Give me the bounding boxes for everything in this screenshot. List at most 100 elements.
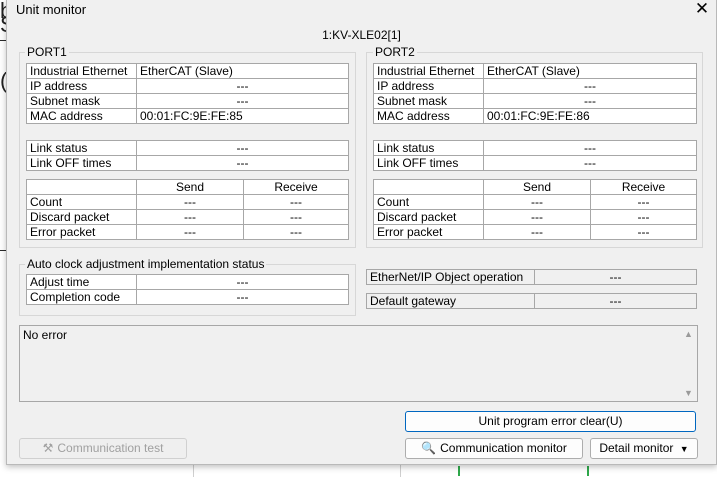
table-row: EtherNet/IP Object operation --- bbox=[366, 269, 697, 285]
send-value: --- bbox=[136, 224, 244, 240]
field-label: Discard packet bbox=[373, 209, 484, 225]
caret-down-icon: ▼ bbox=[679, 444, 689, 454]
send-value: --- bbox=[136, 194, 244, 210]
field-value: EtherCAT (Slave) bbox=[136, 63, 349, 79]
table-row: Count --- --- bbox=[26, 194, 349, 210]
background-app-gridline bbox=[400, 465, 401, 477]
table-row: Industrial Ethernet EtherCAT (Slave) bbox=[26, 63, 349, 79]
send-value: --- bbox=[483, 224, 591, 240]
port2-link-table: Link status --- Link OFF times --- bbox=[373, 140, 697, 171]
communication-monitor-button[interactable]: 🔍 Communication monitor bbox=[405, 438, 583, 459]
table-row: IP address --- bbox=[373, 78, 697, 94]
port1-info-table: Industrial Ethernet EtherCAT (Slave) IP a… bbox=[26, 63, 349, 124]
field-label: Count bbox=[26, 194, 137, 210]
table-row: Industrial Ethernet EtherCAT (Slave) bbox=[373, 63, 697, 79]
receive-value: --- bbox=[243, 209, 349, 225]
communication-test-button[interactable]: ⚒ Communication test bbox=[19, 438, 187, 459]
table-row: MAC address 00:01:FC:9E:FE:86 bbox=[373, 108, 697, 124]
port2-label: PORT2 bbox=[373, 45, 417, 59]
background-app-marker bbox=[458, 466, 460, 476]
ethernet-ip-table: EtherNet/IP Object operation --- bbox=[366, 269, 697, 285]
table-header-row: Send Receive bbox=[26, 179, 349, 195]
button-label: Detail monitor bbox=[599, 441, 674, 455]
table-row: Discard packet --- --- bbox=[373, 209, 697, 225]
field-label: MAC address bbox=[373, 108, 484, 124]
send-value: --- bbox=[136, 209, 244, 225]
receive-value: --- bbox=[590, 194, 697, 210]
detail-monitor-button[interactable]: Detail monitor ▼ bbox=[590, 438, 698, 459]
scroll-down-icon[interactable]: ▼ bbox=[684, 388, 693, 398]
table-header-row: Send Receive bbox=[373, 179, 697, 195]
field-label: Error packet bbox=[26, 224, 137, 240]
test-tool-icon: ⚒ bbox=[42, 441, 54, 455]
column-header-send: Send bbox=[483, 179, 591, 195]
port2-info-table: Industrial Ethernet EtherCAT (Slave) IP a… bbox=[373, 63, 697, 124]
error-message-box[interactable]: No error ▲ ▼ bbox=[19, 325, 698, 402]
field-label: Count bbox=[373, 194, 484, 210]
table-row: Default gateway --- bbox=[366, 293, 697, 309]
field-value: 00:01:FC:9E:FE:85 bbox=[136, 108, 349, 124]
table-row: Link OFF times --- bbox=[26, 155, 349, 171]
field-value: --- bbox=[136, 155, 349, 171]
send-value: --- bbox=[483, 194, 591, 210]
field-value: --- bbox=[534, 293, 697, 309]
table-row: IP address --- bbox=[26, 78, 349, 94]
field-value: --- bbox=[136, 140, 349, 156]
background-app-gridline bbox=[193, 465, 194, 477]
column-header-receive: Receive bbox=[590, 179, 697, 195]
button-label: Communication monitor bbox=[440, 441, 567, 455]
table-row: Link status --- bbox=[373, 140, 697, 156]
table-row: Link OFF times --- bbox=[373, 155, 697, 171]
port1-label: PORT1 bbox=[25, 45, 69, 59]
default-gateway-table: Default gateway --- bbox=[366, 293, 697, 309]
field-label: Subnet mask bbox=[26, 93, 137, 109]
field-label: Error packet bbox=[373, 224, 484, 240]
field-label: Completion code bbox=[26, 289, 137, 305]
header-blank bbox=[373, 179, 484, 195]
port1-link-table: Link status --- Link OFF times --- bbox=[26, 140, 349, 171]
unit-program-error-clear-button[interactable]: Unit program error clear(U) bbox=[405, 411, 696, 432]
field-value: --- bbox=[136, 274, 349, 290]
field-label: Adjust time bbox=[26, 274, 137, 290]
table-row: MAC address 00:01:FC:9E:FE:85 bbox=[26, 108, 349, 124]
unit-name: 1:KV-XLE02[1] bbox=[322, 28, 401, 42]
field-value: --- bbox=[136, 78, 349, 94]
field-label: Discard packet bbox=[26, 209, 137, 225]
field-value: --- bbox=[136, 93, 349, 109]
button-label: Unit program error clear(U) bbox=[478, 414, 623, 428]
table-row: Error packet --- --- bbox=[373, 224, 697, 240]
table-row: Adjust time --- bbox=[26, 274, 349, 290]
field-label: Industrial Ethernet bbox=[26, 63, 137, 79]
table-row: Subnet mask --- bbox=[373, 93, 697, 109]
auto-clock-table: Adjust time --- Completion code --- bbox=[26, 274, 349, 305]
window-title: Unit monitor bbox=[16, 2, 87, 17]
close-icon[interactable]: ✕ bbox=[691, 0, 713, 18]
field-label: IP address bbox=[26, 78, 137, 94]
button-label: Communication test bbox=[57, 441, 164, 455]
field-label: IP address bbox=[373, 78, 484, 94]
field-label: MAC address bbox=[26, 108, 137, 124]
field-label: Link status bbox=[373, 140, 484, 156]
field-value: --- bbox=[136, 289, 349, 305]
title-bar: Unit monitor ✕ bbox=[7, 0, 716, 19]
receive-value: --- bbox=[243, 194, 349, 210]
table-row: Discard packet --- --- bbox=[26, 209, 349, 225]
table-row: Subnet mask --- bbox=[26, 93, 349, 109]
scrollbar[interactable]: ▲ ▼ bbox=[680, 326, 697, 401]
field-label: Industrial Ethernet bbox=[373, 63, 484, 79]
receive-value: --- bbox=[590, 209, 697, 225]
error-message-text: No error bbox=[23, 328, 68, 342]
monitor-search-icon: 🔍 bbox=[421, 441, 437, 455]
port2-counter-table: Send Receive Count --- --- Discard packet --… bbox=[373, 179, 697, 240]
field-label: Subnet mask bbox=[373, 93, 484, 109]
unit-monitor-dialog: Unit monitor ✕ 1:KV-XLE02[1] PORT1 Indus… bbox=[6, 0, 717, 465]
field-label: Link status bbox=[26, 140, 137, 156]
scroll-up-icon[interactable]: ▲ bbox=[684, 329, 693, 339]
field-value: 00:01:FC:9E:FE:86 bbox=[483, 108, 697, 124]
receive-value: --- bbox=[590, 224, 697, 240]
table-row: Count --- --- bbox=[373, 194, 697, 210]
receive-value: --- bbox=[243, 224, 349, 240]
field-value: --- bbox=[483, 78, 697, 94]
field-value: EtherCAT (Slave) bbox=[483, 63, 697, 79]
header-blank bbox=[26, 179, 137, 195]
